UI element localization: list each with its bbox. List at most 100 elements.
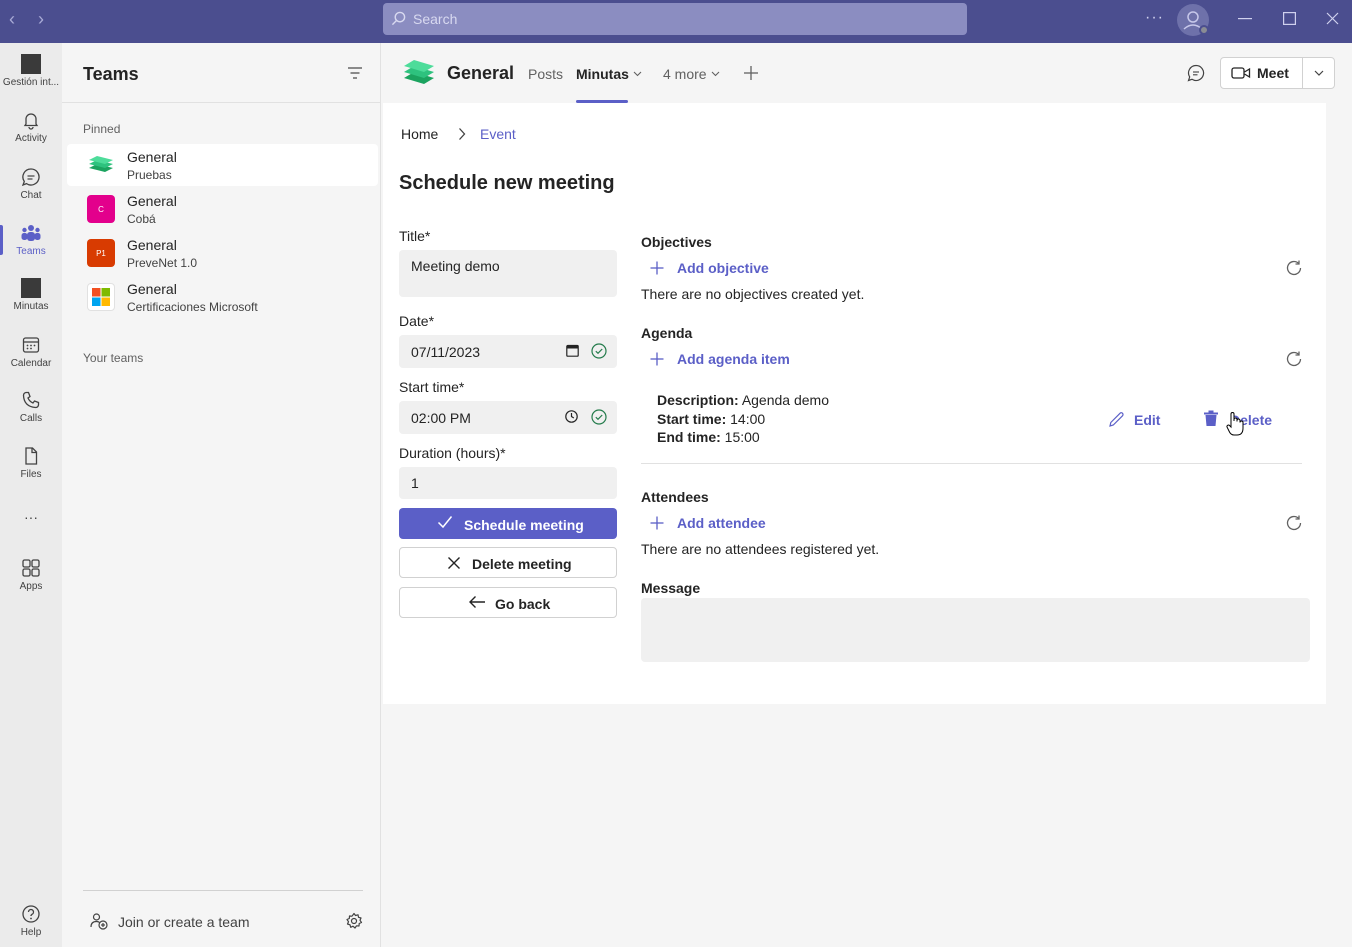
start-time-field[interactable]: 02:00 PM bbox=[399, 401, 617, 434]
go-back-button[interactable]: Go back bbox=[399, 587, 617, 618]
meet-button[interactable]: Meet bbox=[1221, 58, 1303, 88]
filter-icon[interactable] bbox=[347, 66, 363, 80]
conversation-icon[interactable] bbox=[1187, 64, 1205, 82]
rail-item-files[interactable]: Files bbox=[0, 446, 62, 480]
plus-icon bbox=[650, 516, 664, 530]
team-item-prevenet[interactable]: P1 General PreveNet 1.0 bbox=[67, 232, 378, 274]
team-name: General bbox=[127, 237, 177, 253]
duration-label: Duration (hours)* bbox=[399, 445, 506, 461]
more-options-icon[interactable]: ··· bbox=[1145, 9, 1164, 27]
tab-posts[interactable]: Posts bbox=[528, 66, 563, 82]
team-logo bbox=[87, 283, 115, 311]
chevron-down-icon bbox=[711, 71, 720, 77]
close-icon[interactable] bbox=[1326, 12, 1339, 25]
rail-label: Files bbox=[20, 469, 42, 480]
message-title: Message bbox=[641, 580, 701, 596]
refresh-icon[interactable] bbox=[1285, 350, 1303, 368]
calendar-icon bbox=[22, 337, 40, 353]
rail-item-chat[interactable]: Chat bbox=[0, 167, 62, 201]
layers-logo-icon bbox=[89, 156, 113, 172]
title-field[interactable]: Meeting demo bbox=[399, 250, 617, 297]
start-time-value: 02:00 PM bbox=[411, 410, 471, 426]
rail-item-minutas[interactable]: Minutas bbox=[0, 278, 62, 312]
team-item-pruebas[interactable]: General Pruebas bbox=[67, 144, 378, 186]
title-bar: ‹ › Search ··· bbox=[0, 0, 1352, 43]
close-icon bbox=[448, 557, 460, 569]
chevron-down-icon[interactable] bbox=[1313, 67, 1325, 79]
title-value: Meeting demo bbox=[411, 258, 500, 274]
rail-item-calendar[interactable]: Calendar bbox=[0, 335, 62, 369]
button-label: Go back bbox=[495, 596, 551, 612]
team-subtitle: PreveNet 1.0 bbox=[127, 256, 198, 270]
teams-panel: Teams Pinned General Pruebas C General C… bbox=[62, 43, 381, 947]
refresh-icon[interactable] bbox=[1285, 514, 1303, 532]
forward-button[interactable]: › bbox=[38, 9, 44, 30]
rail-item-calls[interactable]: Calls bbox=[0, 390, 62, 424]
delete-meeting-button[interactable]: Delete meeting bbox=[399, 547, 617, 578]
video-camera-icon bbox=[1231, 67, 1251, 79]
maximize-icon[interactable] bbox=[1283, 12, 1296, 25]
agenda-end-value: 15:00 bbox=[724, 429, 760, 445]
minimize-icon[interactable] bbox=[1238, 18, 1252, 20]
date-field[interactable]: 07/11/2023 bbox=[399, 335, 617, 368]
team-logo bbox=[87, 151, 115, 179]
presence-status-icon bbox=[1199, 25, 1209, 35]
rail-label: Activity bbox=[15, 133, 47, 144]
date-value: 07/11/2023 bbox=[411, 344, 481, 360]
trash-icon bbox=[1204, 410, 1218, 426]
rail-item-help[interactable]: Help bbox=[0, 904, 62, 938]
channel-name: General bbox=[447, 63, 515, 83]
team-item-certificaciones[interactable]: General Certificaciones Microsoft bbox=[67, 276, 378, 318]
refresh-icon[interactable] bbox=[1285, 259, 1303, 277]
team-subtitle: Pruebas bbox=[127, 168, 172, 182]
apps-grid-icon bbox=[22, 559, 40, 577]
divider bbox=[641, 463, 1302, 464]
agenda-description: Description: Agenda demo bbox=[657, 392, 829, 408]
team-name: General bbox=[127, 193, 177, 209]
app-icon bbox=[21, 54, 41, 74]
team-logo: P1 bbox=[87, 239, 115, 267]
agenda-end-time: End time: 15:00 bbox=[657, 429, 760, 445]
rail-item-apps[interactable]: Apps bbox=[0, 558, 62, 592]
button-label: Schedule meeting bbox=[464, 517, 584, 533]
search-bar[interactable]: Search bbox=[383, 3, 967, 35]
rail-item-teams[interactable]: Teams bbox=[0, 223, 62, 257]
rail-item-gestion[interactable]: Gestión int... bbox=[0, 54, 62, 88]
calendar-icon[interactable] bbox=[566, 344, 579, 357]
duration-field[interactable]: 1 bbox=[399, 467, 617, 499]
search-icon bbox=[391, 11, 406, 26]
meeting-form-card: Home Event Schedule new meeting Title* M… bbox=[383, 103, 1326, 704]
arrow-left-icon bbox=[469, 596, 485, 608]
add-attendee-label: Add attendee bbox=[677, 515, 766, 531]
rail-more-apps[interactable]: ··· bbox=[0, 509, 62, 525]
add-tab-icon[interactable] bbox=[743, 65, 759, 81]
help-icon bbox=[22, 905, 40, 923]
objectives-empty-text: There are no objectives created yet. bbox=[641, 286, 865, 302]
breadcrumb-event[interactable]: Event bbox=[480, 126, 516, 142]
breadcrumb-home[interactable]: Home bbox=[401, 126, 438, 142]
edit-label: Edit bbox=[1134, 412, 1161, 428]
valid-check-icon bbox=[591, 409, 607, 425]
date-label: Date* bbox=[399, 313, 435, 329]
team-item-coba[interactable]: C General Cobá bbox=[67, 188, 378, 230]
objectives-title: Objectives bbox=[641, 234, 712, 250]
join-create-team-link[interactable]: Join or create a team bbox=[118, 914, 250, 930]
gear-icon[interactable] bbox=[345, 912, 363, 930]
button-label: Delete meeting bbox=[472, 556, 572, 572]
add-people-icon bbox=[90, 913, 108, 930]
message-textarea[interactable] bbox=[641, 598, 1310, 662]
phone-icon bbox=[22, 391, 40, 409]
plus-icon bbox=[650, 261, 664, 275]
rail-item-activity[interactable]: Activity bbox=[0, 110, 62, 144]
meet-label: Meet bbox=[1257, 65, 1289, 81]
back-button[interactable]: ‹ bbox=[9, 9, 15, 30]
schedule-meeting-button[interactable]: Schedule meeting bbox=[399, 508, 617, 539]
tab-minutas[interactable]: Minutas bbox=[576, 66, 629, 82]
title-label: Title* bbox=[399, 228, 431, 244]
tab-more[interactable]: 4 more bbox=[663, 66, 707, 82]
more-apps-icon: ··· bbox=[24, 509, 38, 525]
agenda-title: Agenda bbox=[641, 325, 693, 341]
attendees-empty-text: There are no attendees registered yet. bbox=[641, 541, 880, 557]
clock-icon[interactable] bbox=[565, 410, 578, 423]
valid-check-icon bbox=[591, 343, 607, 359]
